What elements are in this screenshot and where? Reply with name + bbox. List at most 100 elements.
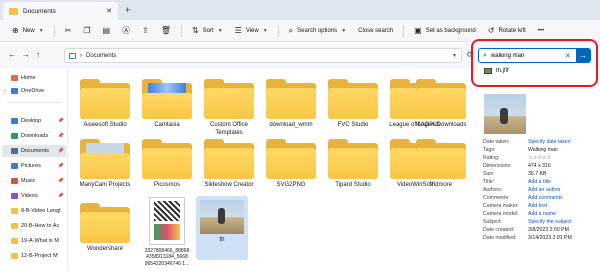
close-search-button[interactable]: Close search [352,22,399,40]
set-background-button[interactable]: ▣ Set as background [408,22,482,40]
toolbar-divider [53,24,55,37]
sort-label: Sort [202,27,214,34]
monitor-icon [69,52,76,59]
sidebar-item-music[interactable]: Music 📌 [2,175,66,187]
download-icon [11,133,18,139]
address-bar[interactable]: › Documents ▼ [64,48,462,63]
folder-icon [9,7,18,15]
walking-man-figure [218,208,225,224]
sidebar-item-label: 19-A-What is M [21,238,59,244]
item-label: Custom Office Templates [210,122,248,136]
detail-row: Size: 36.7 KB [483,171,547,177]
new-button[interactable]: ⊕ New ▼ [6,22,50,40]
sidebar-item-videos[interactable]: Videos 📌 [2,190,66,202]
new-tab-button[interactable]: + [125,5,130,15]
chevron-down-icon: ▼ [38,27,44,34]
folder-item[interactable]: Aiseesoft Studio [72,79,138,130]
folder-item[interactable]: Custom Office Templates [196,79,262,137]
chevron-down-icon: ▼ [262,27,268,34]
breadcrumb-documents[interactable]: Documents [86,53,116,59]
folder-item[interactable]: ManyCam Projects [72,139,138,190]
tab-documents[interactable]: Documents ✕ [3,2,118,20]
rename-icon: Ⓐ [122,25,131,35]
sidebar-item-label: Documents [21,148,49,154]
image-icon: ▣ [414,25,422,35]
folder-item[interactable]: Wondershare [72,203,138,254]
sidebar-item-desktop[interactable]: Desktop 📌 [2,115,66,127]
detail-row: Date created: 3/8/2023 2:00 PM [483,227,569,233]
sidebar-item-home[interactable]: Home [2,72,66,84]
sidebar-item-label: 8-B-Video Lengt [21,208,61,214]
sidebar-item-documents[interactable]: Documents 📌 [2,145,66,157]
folder-item[interactable]: Vidmore [408,139,474,190]
more-icon: ••• [537,27,545,34]
address-separator: › [80,52,82,59]
folder-item[interactable]: SVG2PNG [258,139,324,190]
sidebar-item-downloads[interactable]: Downloads 📌 [2,130,66,142]
share-button[interactable]: ⇪ [136,22,155,40]
folder-item[interactable]: download_wmm [258,79,324,130]
item-label: Aiseesoft Studio [83,122,127,128]
rename-button[interactable]: Ⓐ [116,22,136,40]
folder-item[interactable]: Picosmos [134,139,200,190]
sidebar-item-label: Desktop [21,118,42,124]
search-options-label: Search options [297,27,338,34]
image-file-item-th[interactable]: th [189,200,255,245]
rating-stars[interactable]: ☆☆☆☆☆ [528,155,551,161]
video-icon [11,193,18,199]
folder-item[interactable]: Tipard Studio [320,139,386,190]
close-tab-icon[interactable]: ✕ [106,7,112,15]
sidebar-item-folder[interactable]: 8-B-Video Lengt [2,205,66,217]
search-icon: ⌕ [288,25,294,35]
chevron-down-icon[interactable]: ▼ [452,53,457,59]
folder-item[interactable]: Camtasia [134,79,200,130]
toolbar-divider [277,24,279,37]
sidebar-item-pictures[interactable]: Pictures 📌 [2,160,66,172]
view-button[interactable]: ☰ View ▼ [229,22,274,40]
copy-button[interactable]: ❐ [77,22,96,40]
folder-item[interactable]: Slideshow Creator [196,139,262,190]
rotate-left-button[interactable]: ↺ Rotate left [482,22,532,40]
detail-row: Date modified: 3/14/2023 2:01 PM [483,235,572,241]
desktop-icon [11,118,18,124]
folder-item[interactable]: MAGIX Downloads [408,79,474,130]
detail-row: Title: Add a title [483,179,552,185]
detail-row: Subject: Specify the subject [483,219,572,225]
pin-icon: 📌 [57,178,64,184]
delete-button[interactable]: 🗑 [155,22,177,40]
pin-icon: 📌 [57,133,64,139]
qr-thumbnail [149,197,185,245]
home-icon [11,75,18,81]
back-button[interactable]: ← [8,50,16,59]
detail-row: Rating: ☆☆☆☆☆ [483,155,552,161]
sidebar-item-label: OneDrive [21,88,45,94]
up-button[interactable]: ↑ [36,50,40,59]
close-search-label: Close search [358,27,394,34]
folder-icon [266,139,316,179]
sidebar-item-label: Videos [21,193,38,199]
item-label: Wondershare [87,246,123,252]
more-options-button[interactable]: ••• [532,22,550,40]
folder-icon [416,139,466,179]
sidebar-item-folder[interactable]: 19-A-What is M [2,235,66,247]
sort-button[interactable]: ⇅ Sort ▼ [186,22,229,40]
item-label: Tipard Studio [335,182,371,188]
folder-icon [328,139,378,179]
rotate-left-icon: ↺ [487,25,495,35]
search-options-button[interactable]: ⌕ Search options ▼ [283,22,352,40]
paste-button[interactable]: ▤ [97,22,117,40]
trash-icon: 🗑 [160,25,171,35]
folder-icon [204,79,254,119]
item-label: Camtasia [154,122,180,128]
chevron-down-icon: ▼ [341,27,347,34]
item-label: Picosmos [153,182,180,188]
paste-icon: ▤ [102,25,111,35]
folder-icon [266,79,316,119]
cut-button[interactable]: ✂ [59,22,78,40]
folder-item[interactable]: FVC Studio [320,79,386,130]
forward-button[interactable]: → [22,50,30,59]
walking-man-figure [500,108,508,124]
sidebar-item-onedrive[interactable]: › OneDrive [2,85,66,97]
sidebar-item-folder[interactable]: 12-B-Project M [2,250,66,262]
sidebar-item-folder[interactable]: 20-B-How to Ac [2,220,66,232]
